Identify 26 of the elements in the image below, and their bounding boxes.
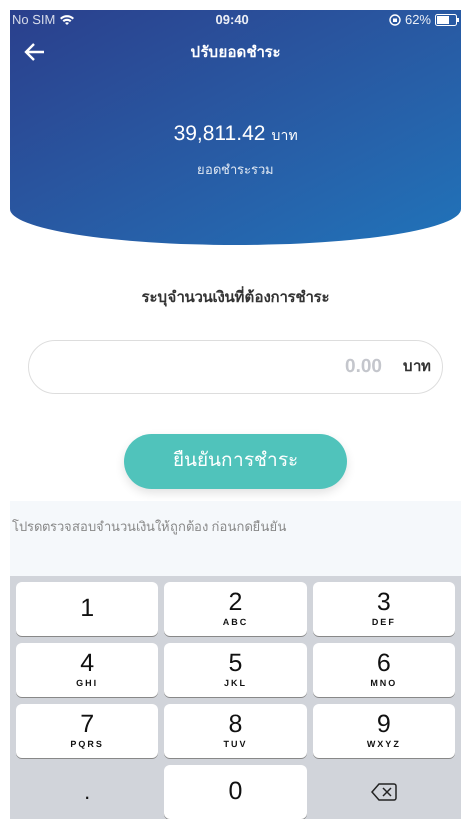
keypad-key[interactable]: 8 TUV [164, 704, 307, 758]
carrier-label: No SIM [12, 11, 56, 30]
back-arrow-icon[interactable] [23, 42, 45, 62]
backspace-icon[interactable] [370, 782, 397, 802]
hint-text: โปรดตรวจสอบจำนวนเงินให้ถูกต้อง ก่อนกดยืนยัน [12, 518, 287, 534]
page-title: ปรับยอดชำระ [190, 42, 280, 63]
keypad-key[interactable]: 9 WXYZ [312, 704, 455, 758]
keypad-key[interactable]: 0 [164, 764, 307, 819]
currency-label: บาท [403, 356, 431, 376]
keypad-key[interactable]: 1 [16, 582, 158, 636]
keypad-key[interactable]: 5 JKL [164, 642, 307, 697]
keypad-key[interactable]: 6 MNO [312, 642, 455, 697]
total-amount-label: ยอดชำระรวม [197, 160, 274, 178]
rotation-lock-icon [388, 14, 401, 26]
keypad-key[interactable]: 3 DEF [312, 582, 455, 636]
currency-label: บาท [271, 126, 298, 145]
amount-prompt: ระบุจำนวนเงินที่ต้องการชำระ [142, 287, 330, 310]
decimal-key[interactable]: . [16, 764, 158, 819]
total-amount: 39,811.42 [174, 121, 266, 147]
keypad-key[interactable]: 7 PQRS [16, 704, 158, 758]
status-time: 09:40 [216, 11, 249, 30]
battery-icon [435, 14, 459, 26]
battery-percent: 62% [404, 11, 431, 30]
wifi-icon [59, 14, 76, 26]
keypad-key[interactable]: 2 ABC [164, 582, 307, 636]
keypad-key[interactable]: 4 GHI [16, 642, 158, 697]
